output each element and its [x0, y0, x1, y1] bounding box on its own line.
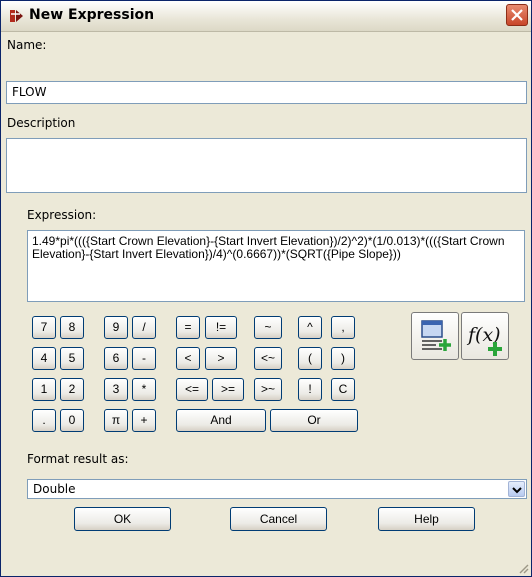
key-equals[interactable]: = [176, 316, 200, 339]
insert-property-icon [421, 320, 451, 351]
new-expression-dialog: New Expression Name: FLOW Description Ex… [0, 0, 532, 577]
key-plus[interactable]: + [132, 409, 156, 432]
format-value: Double [33, 482, 76, 496]
help-button[interactable]: Help [378, 507, 475, 531]
key-2[interactable]: 2 [60, 378, 84, 401]
chevron-down-icon [512, 487, 522, 494]
key-8[interactable]: 8 [60, 316, 84, 339]
description-label: Description [7, 116, 76, 130]
key-or[interactable]: Or [270, 409, 358, 432]
key-less-equal[interactable]: <= [176, 378, 208, 401]
key-caret[interactable]: ^ [298, 316, 322, 339]
key-greater-than[interactable]: > [205, 347, 237, 370]
key-4[interactable]: 4 [32, 347, 56, 370]
format-label: Format result as: [27, 452, 129, 466]
name-label: Name: [7, 38, 47, 52]
insert-function-button[interactable]: f(x) [461, 312, 509, 360]
ok-button[interactable]: OK [74, 507, 171, 531]
key-approx[interactable]: ~ [254, 316, 282, 339]
window-title: New Expression [29, 7, 155, 23]
key-right-paren[interactable]: ) [331, 347, 355, 370]
insert-function-icon: f(x) [466, 324, 502, 356]
key-divide[interactable]: / [132, 316, 156, 339]
key-greater-approx[interactable]: >~ [254, 378, 282, 401]
key-comma[interactable]: , [331, 316, 355, 339]
name-value: FLOW [12, 85, 47, 99]
description-field[interactable] [6, 138, 527, 193]
app-icon [10, 10, 23, 22]
insert-property-button[interactable] [411, 312, 459, 360]
key-greater-equal[interactable]: >= [212, 378, 244, 401]
close-icon [511, 9, 523, 21]
key-left-paren[interactable]: ( [298, 347, 322, 370]
resize-grip-icon[interactable] [517, 562, 529, 574]
expression-field[interactable]: 1.49*pi*((({Start Crown Elevation}-{Star… [27, 230, 525, 302]
key-clear[interactable]: C [331, 378, 355, 401]
key-not-equal[interactable]: != [205, 316, 237, 339]
key-9[interactable]: 9 [104, 316, 128, 339]
cancel-button[interactable]: Cancel [230, 507, 327, 531]
expression-label: Expression: [27, 208, 97, 222]
key-decimal[interactable]: . [32, 409, 56, 432]
format-select[interactable]: Double [27, 479, 527, 499]
key-7[interactable]: 7 [32, 316, 56, 339]
key-6[interactable]: 6 [104, 347, 128, 370]
key-minus[interactable]: - [132, 347, 156, 370]
expression-value: 1.49*pi*((({Start Crown Elevation}-{Star… [32, 234, 508, 261]
key-multiply[interactable]: * [132, 378, 156, 401]
key-3[interactable]: 3 [104, 378, 128, 401]
title-bar[interactable]: New Expression [1, 1, 531, 32]
key-not[interactable]: ! [298, 378, 322, 401]
close-button[interactable] [506, 4, 528, 26]
key-and[interactable]: And [176, 409, 266, 432]
key-pi[interactable]: π [104, 409, 128, 432]
key-1[interactable]: 1 [32, 378, 56, 401]
key-less-approx[interactable]: <~ [254, 347, 282, 370]
name-field[interactable]: FLOW [6, 81, 527, 104]
key-less-than[interactable]: < [176, 347, 200, 370]
key-5[interactable]: 5 [60, 347, 84, 370]
key-0[interactable]: 0 [60, 409, 84, 432]
dropdown-arrow[interactable] [508, 481, 525, 497]
